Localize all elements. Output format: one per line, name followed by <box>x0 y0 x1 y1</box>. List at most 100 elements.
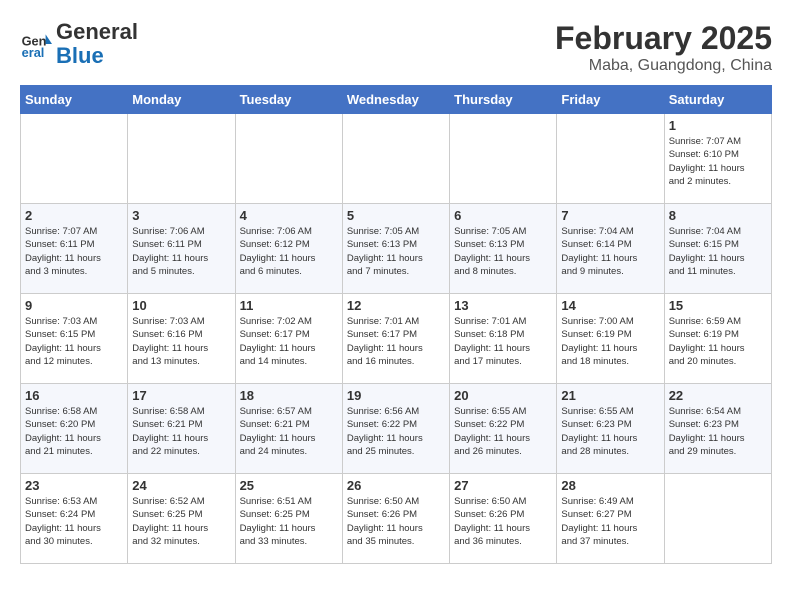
day-number: 22 <box>669 388 767 403</box>
day-number: 24 <box>132 478 230 493</box>
calendar-cell: 19Sunrise: 6:56 AM Sunset: 6:22 PM Dayli… <box>342 384 449 474</box>
calendar-header-sunday: Sunday <box>21 86 128 114</box>
day-info: Sunrise: 6:50 AM Sunset: 6:26 PM Dayligh… <box>347 495 445 548</box>
day-number: 21 <box>561 388 659 403</box>
day-number: 26 <box>347 478 445 493</box>
calendar-cell: 6 Sunrise: 7:05 AM Sunset: 6:13 PM Daylig… <box>450 204 557 294</box>
day-number: 20 <box>454 388 552 403</box>
day-number: 18 <box>240 388 338 403</box>
page-subtitle: Maba, Guangdong, China <box>555 57 772 75</box>
day-number: 27 <box>454 478 552 493</box>
day-number: 11 <box>240 298 338 313</box>
day-info: Sunrise: 6:55 AM Sunset: 6:23 PM Dayligh… <box>561 405 659 458</box>
day-info: Sunrise: 6:53 AM Sunset: 6:24 PM Dayligh… <box>25 495 123 548</box>
calendar-week-row: 1 Sunrise: 7:07 AM Sunset: 6:10 PM Daylig… <box>21 114 772 204</box>
day-number: 19 <box>347 388 445 403</box>
day-info: Sunrise: 6:52 AM Sunset: 6:25 PM Dayligh… <box>132 495 230 548</box>
calendar-week-row: 2Sunrise: 7:07 AM Sunset: 6:11 PM Daylig… <box>21 204 772 294</box>
calendar-cell: 8 Sunrise: 7:04 AM Sunset: 6:15 PM Daylig… <box>664 204 771 294</box>
logo: Gen eral General Blue <box>20 20 138 68</box>
calendar-cell <box>21 114 128 204</box>
day-number: 5 <box>347 208 445 223</box>
calendar-cell: 26 Sunrise: 6:50 AM Sunset: 6:26 PM Dayli… <box>342 474 449 564</box>
day-info: Sunrise: 6:55 AM Sunset: 6:22 PM Dayligh… <box>454 405 552 458</box>
day-number: 9 <box>25 298 123 313</box>
day-number: 15 <box>669 298 767 313</box>
day-info: Sunrise: 7:05 AM Sunset: 6:13 PM Dayligh… <box>347 225 445 278</box>
day-info: Sunrise: 7:03 AM Sunset: 6:15 PM Dayligh… <box>25 315 123 368</box>
logo-text: General Blue <box>56 20 138 68</box>
day-info: Sunrise: 7:01 AM Sunset: 6:17 PM Dayligh… <box>347 315 445 368</box>
calendar-cell: 11 Sunrise: 7:02 AM Sunset: 6:17 PM Dayli… <box>235 294 342 384</box>
day-info: Sunrise: 7:02 AM Sunset: 6:17 PM Dayligh… <box>240 315 338 368</box>
day-number: 28 <box>561 478 659 493</box>
calendar-cell: 13Sunrise: 7:01 AM Sunset: 6:18 PM Dayli… <box>450 294 557 384</box>
day-number: 1 <box>669 118 767 133</box>
day-info: Sunrise: 7:00 AM Sunset: 6:19 PM Dayligh… <box>561 315 659 368</box>
day-number: 8 <box>669 208 767 223</box>
calendar-cell: 23 Sunrise: 6:53 AM Sunset: 6:24 PM Dayli… <box>21 474 128 564</box>
calendar-week-row: 23 Sunrise: 6:53 AM Sunset: 6:24 PM Dayli… <box>21 474 772 564</box>
day-info: Sunrise: 6:51 AM Sunset: 6:25 PM Dayligh… <box>240 495 338 548</box>
calendar-cell: 25 Sunrise: 6:51 AM Sunset: 6:25 PM Dayli… <box>235 474 342 564</box>
calendar-cell: 21 Sunrise: 6:55 AM Sunset: 6:23 PM Dayli… <box>557 384 664 474</box>
day-info: Sunrise: 6:58 AM Sunset: 6:21 PM Dayligh… <box>132 405 230 458</box>
calendar-cell: 5 Sunrise: 7:05 AM Sunset: 6:13 PM Daylig… <box>342 204 449 294</box>
day-number: 25 <box>240 478 338 493</box>
title-block: February 2025 Maba, Guangdong, China <box>555 20 772 75</box>
day-number: 12 <box>347 298 445 313</box>
calendar-cell: 22Sunrise: 6:54 AM Sunset: 6:23 PM Dayli… <box>664 384 771 474</box>
calendar-cell: 17 Sunrise: 6:58 AM Sunset: 6:21 PM Dayli… <box>128 384 235 474</box>
day-info: Sunrise: 7:06 AM Sunset: 6:11 PM Dayligh… <box>132 225 230 278</box>
calendar-cell: 4Sunrise: 7:06 AM Sunset: 6:12 PM Daylig… <box>235 204 342 294</box>
calendar-cell: 16Sunrise: 6:58 AM Sunset: 6:20 PM Dayli… <box>21 384 128 474</box>
day-info: Sunrise: 7:05 AM Sunset: 6:13 PM Dayligh… <box>454 225 552 278</box>
day-info: Sunrise: 7:04 AM Sunset: 6:14 PM Dayligh… <box>561 225 659 278</box>
day-number: 14 <box>561 298 659 313</box>
calendar-cell: 1 Sunrise: 7:07 AM Sunset: 6:10 PM Daylig… <box>664 114 771 204</box>
calendar-header-tuesday: Tuesday <box>235 86 342 114</box>
day-number: 7 <box>561 208 659 223</box>
page-title: February 2025 <box>555 20 772 57</box>
calendar-header-monday: Monday <box>128 86 235 114</box>
calendar-header-saturday: Saturday <box>664 86 771 114</box>
day-info: Sunrise: 6:59 AM Sunset: 6:19 PM Dayligh… <box>669 315 767 368</box>
calendar-week-row: 16Sunrise: 6:58 AM Sunset: 6:20 PM Dayli… <box>21 384 772 474</box>
calendar-header-friday: Friday <box>557 86 664 114</box>
calendar-week-row: 9 Sunrise: 7:03 AM Sunset: 6:15 PM Daylig… <box>21 294 772 384</box>
calendar-header-wednesday: Wednesday <box>342 86 449 114</box>
day-info: Sunrise: 6:50 AM Sunset: 6:26 PM Dayligh… <box>454 495 552 548</box>
day-number: 10 <box>132 298 230 313</box>
svg-text:eral: eral <box>22 45 45 60</box>
calendar-cell: 3 Sunrise: 7:06 AM Sunset: 6:11 PM Daylig… <box>128 204 235 294</box>
day-info: Sunrise: 7:06 AM Sunset: 6:12 PM Dayligh… <box>240 225 338 278</box>
day-info: Sunrise: 7:03 AM Sunset: 6:16 PM Dayligh… <box>132 315 230 368</box>
day-info: Sunrise: 7:07 AM Sunset: 6:11 PM Dayligh… <box>25 225 123 278</box>
day-number: 6 <box>454 208 552 223</box>
day-info: Sunrise: 7:01 AM Sunset: 6:18 PM Dayligh… <box>454 315 552 368</box>
logo-icon: Gen eral <box>20 28 52 60</box>
calendar-cell: 18Sunrise: 6:57 AM Sunset: 6:21 PM Dayli… <box>235 384 342 474</box>
day-info: Sunrise: 7:07 AM Sunset: 6:10 PM Dayligh… <box>669 135 767 188</box>
calendar-cell: 24 Sunrise: 6:52 AM Sunset: 6:25 PM Dayli… <box>128 474 235 564</box>
calendar-cell: 14 Sunrise: 7:00 AM Sunset: 6:19 PM Dayli… <box>557 294 664 384</box>
calendar-cell: 12 Sunrise: 7:01 AM Sunset: 6:17 PM Dayli… <box>342 294 449 384</box>
day-info: Sunrise: 7:04 AM Sunset: 6:15 PM Dayligh… <box>669 225 767 278</box>
calendar-cell <box>557 114 664 204</box>
calendar-table: SundayMondayTuesdayWednesdayThursdayFrid… <box>20 85 772 564</box>
calendar-cell <box>450 114 557 204</box>
calendar-cell: 7 Sunrise: 7:04 AM Sunset: 6:14 PM Daylig… <box>557 204 664 294</box>
day-number: 23 <box>25 478 123 493</box>
calendar-header-thursday: Thursday <box>450 86 557 114</box>
day-number: 17 <box>132 388 230 403</box>
page-header: Gen eral General Blue February 2025 Maba… <box>20 20 772 75</box>
calendar-cell: 2Sunrise: 7:07 AM Sunset: 6:11 PM Daylig… <box>21 204 128 294</box>
calendar-header-row: SundayMondayTuesdayWednesdayThursdayFrid… <box>21 86 772 114</box>
day-number: 3 <box>132 208 230 223</box>
calendar-cell: 10 Sunrise: 7:03 AM Sunset: 6:16 PM Dayli… <box>128 294 235 384</box>
calendar-cell <box>342 114 449 204</box>
calendar-cell: 27 Sunrise: 6:50 AM Sunset: 6:26 PM Dayli… <box>450 474 557 564</box>
calendar-cell: 28Sunrise: 6:49 AM Sunset: 6:27 PM Dayli… <box>557 474 664 564</box>
calendar-cell <box>128 114 235 204</box>
day-info: Sunrise: 6:58 AM Sunset: 6:20 PM Dayligh… <box>25 405 123 458</box>
